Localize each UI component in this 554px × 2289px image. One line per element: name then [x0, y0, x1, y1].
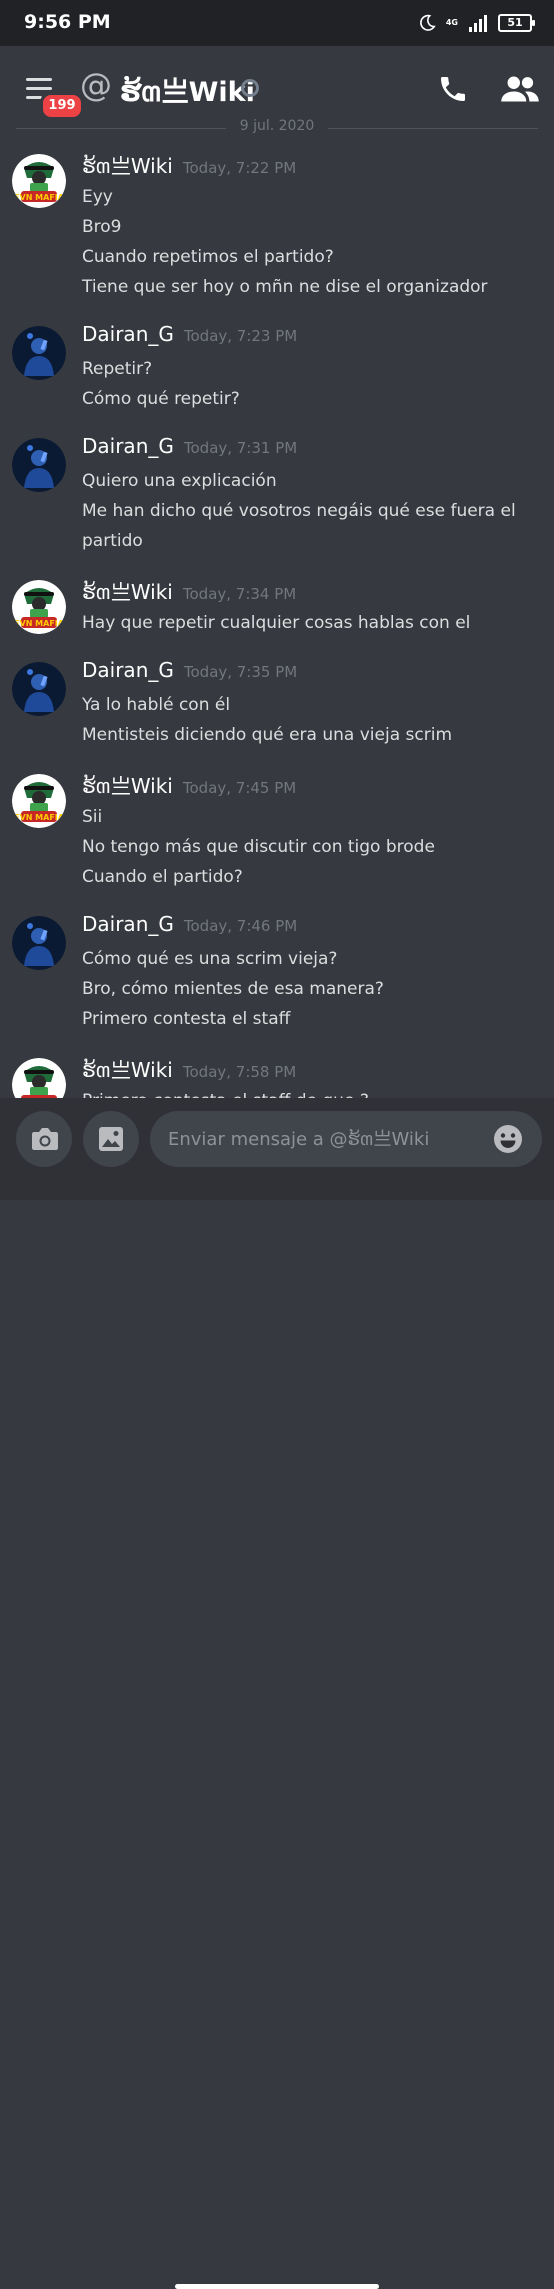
message-text: Mentisteis diciendo qué era una vieja sc… [82, 725, 452, 745]
date-label: 9 jul. 2020 [239, 118, 315, 134]
message-timestamp: Today, 7:31 PM [183, 439, 298, 457]
message-timestamp: Today, 7:23 PM [183, 327, 298, 345]
home-indicator [175, 2284, 379, 2289]
message-header: Dairan_G Today, 7:46 PM [82, 912, 538, 944]
message-text: Cómo qué es una scrim vieja? [82, 949, 338, 969]
avatar[interactable] [12, 326, 66, 380]
avatar-logo-text: FVN MAFIA [14, 619, 65, 628]
message-text: Me han dicho qué vosotros negáis qué ese… [82, 501, 516, 521]
message-author[interactable]: ຮ້ຓ亗Wiki [82, 774, 173, 798]
notification-badge: 199 [40, 92, 84, 120]
emoji-icon[interactable] [493, 1124, 523, 1154]
status-bar: 9:56 PM 4G 51 [0, 0, 554, 46]
message-text: Eyy [82, 187, 113, 207]
divider-line [328, 128, 538, 129]
avatar[interactable]: FVN MAFIA [12, 580, 66, 634]
message-text: partido [82, 531, 143, 551]
menu-icon [26, 78, 52, 81]
battery-icon: 51 [498, 14, 535, 32]
message-text: Bro, cómo mientes de esa manera? [82, 979, 384, 999]
avatar[interactable] [12, 438, 66, 492]
message-author[interactable]: Dairan_G [82, 658, 174, 682]
camera-button[interactable] [16, 1111, 72, 1167]
menu-icon-bar [26, 87, 52, 90]
members-icon[interactable] [500, 74, 540, 104]
at-icon: @ [80, 66, 112, 104]
message-author[interactable]: ຮ້ຓ亗Wiki [82, 1058, 173, 1082]
network-type: 4G [445, 18, 458, 27]
message-author[interactable]: ຮ້ຓ亗Wiki [82, 154, 173, 178]
message-group[interactable]: Dairan_G Today, 7:46 PM Cómo qué es una sc… [0, 912, 554, 1034]
message-header: Dairan_G Today, 7:23 PM [82, 322, 538, 354]
message-group[interactable]: Dairan_G Today, 7:35 PM Ya lo hablé con él… [0, 658, 554, 750]
avatar[interactable] [12, 916, 66, 970]
message-text: Quiero una explicación [82, 471, 277, 491]
message-author[interactable]: ຮ້ຓ亗Wiki [82, 580, 173, 604]
message-timestamp: Today, 7:35 PM [183, 663, 298, 681]
message-text: Ya lo hablé con él [82, 695, 231, 715]
message-text: Repetir? [82, 359, 153, 379]
message-group[interactable]: FVN MAFIA ຮ້ຓ亗Wiki Today, 7:22 PM Eyy Bro9 Cu… [0, 150, 554, 302]
message-text: Primero contesta el staff [82, 1009, 291, 1029]
avatar[interactable] [12, 662, 66, 716]
message-text: Cuando repetimos el partido? [82, 247, 334, 267]
message-text: Bro9 [82, 217, 122, 237]
message-header: ຮ້ຓ亗Wiki Today, 7:22 PM [82, 150, 538, 182]
message-list[interactable]: FVN MAFIA ຮ້ຓ亗Wiki Today, 7:22 PM Eyy Bro9 Cu… [0, 150, 554, 1098]
message-header: ຮ້ຓ亗Wiki Today, 7:34 PM [82, 576, 538, 608]
message-timestamp: Today, 7:45 PM [182, 779, 297, 797]
moon-icon [419, 14, 436, 31]
phone-icon[interactable] [437, 73, 469, 105]
message-timestamp: Today, 7:34 PM [182, 585, 297, 603]
avatar[interactable]: FVN MAFIA [12, 154, 66, 208]
camera-icon [32, 1128, 58, 1150]
message-text: Hay que repetir cualquier cosas hablas c… [82, 613, 471, 633]
date-divider: 9 jul. 2020 [0, 118, 554, 138]
battery-level: 51 [507, 16, 523, 29]
message-header: ຮ້ຓ亗Wiki Today, 7:45 PM [82, 770, 538, 802]
message-timestamp: Today, 7:58 PM [182, 1063, 297, 1081]
message-group[interactable]: FVN MAFIA ຮ້ຓ亗Wiki Today, 7:58 PM Primero c… [0, 1054, 554, 1098]
message-text: Primero contesta el staff de que ? [82, 1086, 538, 1098]
status-time: 9:56 PM [24, 11, 111, 33]
avatar-logo-text: FVN MAFIA [14, 813, 65, 822]
message-header: ຮ້ຓ亗Wiki Today, 7:58 PM [82, 1054, 538, 1086]
message-group[interactable]: Dairan_G Today, 7:23 PM Repetir? Cómo qué r… [0, 322, 554, 414]
message-timestamp: Today, 7:22 PM [182, 159, 297, 177]
message-text: Tiene que ser hoy o mñn ne dise el organ… [82, 277, 488, 297]
status-icons: 4G 51 [418, 12, 535, 34]
message-group[interactable]: FVN MAFIA ຮ້ຓ亗Wiki Today, 7:34 PM Hay que r… [0, 576, 554, 638]
dm-recipient-name[interactable]: ຮ້ຓ亗Wiki [120, 70, 255, 114]
message-timestamp: Today, 7:46 PM [183, 917, 298, 935]
image-icon [99, 1127, 123, 1151]
message-header: Dairan_G Today, 7:31 PM [82, 434, 538, 466]
message-input[interactable] [150, 1111, 542, 1167]
message-text: Cómo qué repetir? [82, 389, 240, 409]
offline-status-icon [241, 79, 259, 97]
message-group[interactable]: FVN MAFIA ຮ້ຓ亗Wiki Today, 7:45 PM Sii No ten… [0, 770, 554, 892]
message-author[interactable]: Dairan_G [82, 322, 174, 346]
message-text: Cuando el partido? [82, 867, 243, 887]
gallery-button[interactable] [83, 1111, 139, 1167]
avatar[interactable]: FVN MAFIA [12, 774, 66, 828]
message-composer [0, 1098, 554, 2289]
avatar-logo-text: FVN MAFIA [14, 193, 65, 202]
avatar[interactable]: FVN MAFIA [12, 1058, 66, 1098]
signal-icon [469, 15, 487, 32]
message-author[interactable]: Dairan_G [82, 912, 174, 936]
message-author[interactable]: Dairan_G [82, 434, 174, 458]
message-text: Sii [82, 807, 103, 827]
message-group[interactable]: Dairan_G Today, 7:31 PM Quiero una explica… [0, 434, 554, 556]
message-text: No tengo más que discutir con tigo brode [82, 837, 435, 857]
message-header: Dairan_G Today, 7:35 PM [82, 658, 538, 690]
